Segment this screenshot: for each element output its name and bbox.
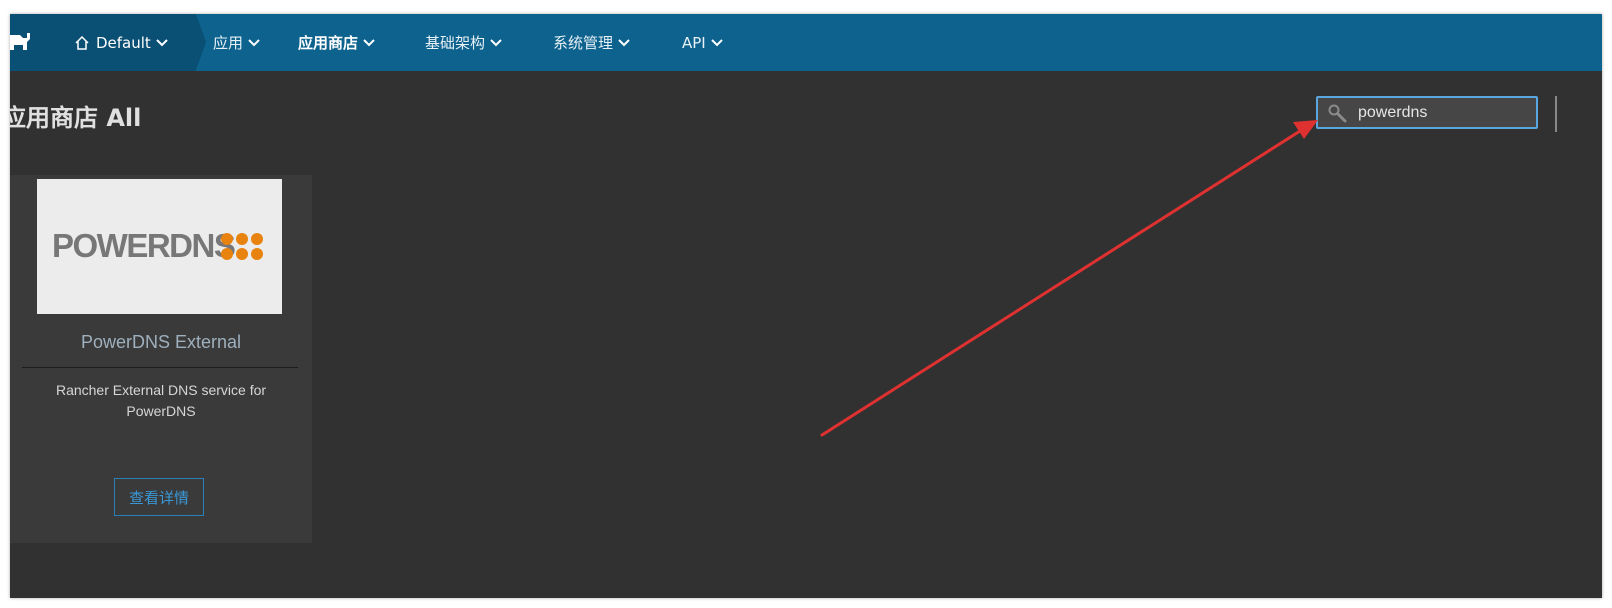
nav-item-catalog[interactable]: 应用商店 bbox=[298, 14, 375, 71]
chevron-down-icon bbox=[156, 38, 168, 46]
view-details-button[interactable]: 查看详情 bbox=[114, 478, 204, 516]
powerdns-logo: POWERDNS bbox=[37, 179, 282, 314]
card-divider bbox=[22, 367, 298, 368]
top-nav: Default 应用 应用商店 基础架构 系统管理 API bbox=[10, 14, 1602, 71]
nav-item-label: API bbox=[682, 33, 706, 52]
search-input[interactable] bbox=[1358, 102, 1528, 124]
nav-item-apps[interactable]: 应用 bbox=[213, 14, 260, 71]
nav-item-label: 应用 bbox=[213, 34, 244, 52]
nav-item-label: 系统管理 bbox=[553, 34, 614, 52]
powerdns-dots-icon bbox=[221, 233, 263, 260]
chevron-down-icon bbox=[363, 38, 375, 46]
nav-item-admin[interactable]: 系统管理 bbox=[553, 14, 630, 71]
card-description: Rancher External DNS service for PowerDN… bbox=[55, 382, 267, 419]
chevron-down-icon bbox=[490, 38, 502, 46]
chevron-down-icon bbox=[711, 38, 723, 46]
cow-logo-icon bbox=[10, 33, 30, 50]
catalog-card[interactable]: POWERDNS PowerDNS External Rancher Exter… bbox=[10, 175, 312, 543]
search-box[interactable] bbox=[1316, 96, 1538, 129]
chevron-down-icon bbox=[248, 38, 260, 46]
search-side-control[interactable] bbox=[1555, 96, 1565, 132]
home-icon bbox=[75, 35, 89, 50]
environment-switcher[interactable]: Default bbox=[46, 14, 206, 71]
environment-label: Default bbox=[96, 33, 151, 52]
logo-wordmark: POWERDNS bbox=[52, 227, 236, 264]
search-icon bbox=[1328, 104, 1347, 123]
page-title: 应用商店 All bbox=[10, 104, 142, 132]
rancher-logo[interactable] bbox=[10, 14, 46, 71]
chevron-down-icon bbox=[618, 38, 630, 46]
nav-item-label: 应用商店 bbox=[298, 34, 359, 52]
card-title: PowerDNS External bbox=[80, 332, 242, 352]
app-window: Default 应用 应用商店 基础架构 系统管理 API 应用商店 All p… bbox=[10, 14, 1602, 598]
nav-item-infrastructure[interactable]: 基础架构 bbox=[425, 14, 502, 71]
nav-item-label: 基础架构 bbox=[425, 34, 486, 52]
nav-item-api[interactable]: API bbox=[682, 14, 723, 71]
